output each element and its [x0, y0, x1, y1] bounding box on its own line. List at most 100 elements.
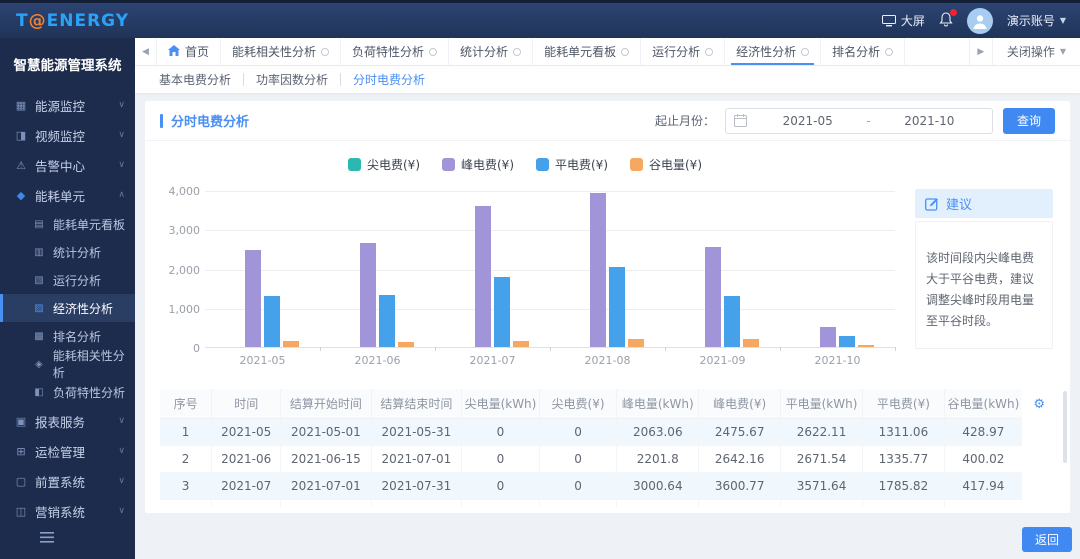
sidebar-item-alarm-center[interactable]: ⚠ 告警中心 ∨ [0, 150, 135, 180]
bar-平电费(¥)[interactable] [724, 296, 740, 347]
bar-谷电量(¥)[interactable] [858, 345, 874, 347]
sidebar-item-label: 能源监控 [35, 98, 86, 114]
sidebar-item-operation-analysis[interactable]: ▧ 运行分析 [0, 266, 135, 294]
scrollbar-thumb[interactable] [1063, 391, 1067, 463]
account-menu[interactable]: 演示账号 ▼ [1007, 12, 1066, 29]
subtab-基本电费分析[interactable]: 基本电费分析 [147, 71, 243, 88]
tab-close-icon[interactable] [321, 47, 330, 56]
tab-负荷特性分析[interactable]: 负荷特性分析 [341, 38, 450, 65]
sidebar-item-maintenance[interactable]: ⊞ 运检管理 ∨ [0, 436, 135, 466]
bar-谷电量(¥)[interactable] [398, 342, 414, 347]
x-axis-tick-label: 2021-05 [239, 354, 286, 367]
tab-运行分析[interactable]: 运行分析 [641, 38, 726, 65]
tabs-scroll-left-button[interactable]: ◀ [135, 38, 157, 65]
tab-close-icon[interactable] [885, 47, 894, 56]
start-month-value[interactable]: 2021-05 [753, 114, 862, 128]
energy-unit-icon: ◆ [16, 188, 26, 202]
sidebar-item-video-monitor[interactable]: ◨ 视频监控 ∨ [0, 120, 135, 150]
back-button[interactable]: 返回 [1021, 527, 1072, 552]
tab-排名分析[interactable]: 排名分析 [821, 38, 906, 65]
sidebar-item-label: 运检管理 [35, 444, 86, 460]
tab-close-icon[interactable] [513, 47, 522, 56]
x-axis-tick-label: 2021-07 [469, 354, 516, 367]
sidebar-item-load-characteristic[interactable]: ◧ 负荷特性分析 [0, 378, 135, 406]
bar-平电费(¥)[interactable] [839, 336, 855, 347]
tab-close-icon[interactable] [705, 47, 714, 56]
month-range-picker[interactable]: 2021-05 - 2021-10 [724, 107, 993, 134]
tabs-scroll-right-button[interactable]: ▶ [970, 47, 992, 57]
tab-能耗相关性分析[interactable]: 能耗相关性分析 [221, 38, 342, 65]
tab-能耗单元看板[interactable]: 能耗单元看板 [533, 38, 642, 65]
bar-谷电量(¥)[interactable] [743, 339, 759, 347]
sidebar-item-energy-unit[interactable]: ◆ 能耗单元 ∧ [0, 180, 135, 210]
x-axis-tick [780, 347, 781, 351]
logo-at-icon: @ [28, 10, 47, 31]
tab-close-icon[interactable] [621, 47, 630, 56]
home-icon [168, 44, 180, 59]
bar-峰电费(¥)[interactable] [705, 247, 721, 347]
tab-label: 能耗单元看板 [544, 45, 617, 59]
legend-item-谷电量(¥)[interactable]: 谷电量(¥) [630, 156, 702, 173]
sidebar-item-energy-monitor[interactable]: ▦ 能源监控 ∨ [0, 90, 135, 120]
table-cell: 2 [160, 445, 213, 473]
legend-item-平电费(¥)[interactable]: 平电费(¥) [536, 156, 608, 173]
subtab-分时电费分析[interactable]: 分时电费分析 [341, 71, 437, 88]
legend-item-峰电费(¥)[interactable]: 峰电费(¥) [442, 156, 514, 173]
tab-close-icon[interactable] [429, 47, 438, 56]
table-cell: 0 [539, 418, 618, 446]
tab-close-icon[interactable] [801, 47, 810, 56]
table-row[interactable]: 3 2021-07 2021-07-01 2021-07-31 0 0 3000.64 360… [160, 472, 1022, 500]
bar-平电费(¥)[interactable] [379, 295, 395, 347]
bar-平电费(¥)[interactable] [609, 267, 625, 347]
bar-谷电量(¥)[interactable] [628, 339, 644, 347]
table-settings-gear-icon[interactable]: ⚙ [1033, 397, 1045, 412]
x-axis-tick-label: 2021-09 [699, 354, 746, 367]
legend-label: 谷电量(¥) [649, 158, 702, 172]
table-cell: 2201.8 [616, 445, 700, 473]
table-header-尖电量(kWh): 尖电量(kWh) [461, 389, 540, 419]
bar-峰电费(¥)[interactable] [820, 327, 836, 347]
user-icon [973, 14, 987, 29]
sidebar-item-correlation-analysis[interactable]: ◈ 能耗相关性分析 [0, 349, 135, 380]
bar-峰电费(¥)[interactable] [475, 206, 491, 347]
bar-峰电费(¥)[interactable] [360, 243, 376, 347]
bar-group-2021-10 [801, 327, 874, 347]
x-axis-tick-label: 2021-08 [584, 354, 631, 367]
sidebar-item-report-service[interactable]: ▣ 报表服务 ∨ [0, 406, 135, 436]
bar-谷电量(¥)[interactable] [283, 341, 299, 347]
notification-badge [949, 8, 957, 16]
tabs-container: 能耗相关性分析 负荷特性分析 统计分析 能耗单元看板 运行分析 经济性分析 排名分析 [221, 38, 969, 65]
bar-平电费(¥)[interactable] [494, 277, 510, 347]
legend-swatch-icon [348, 158, 361, 171]
table-header-结算结束时间: 结算结束时间 [371, 389, 463, 419]
subtab-功率因数分析[interactable]: 功率因数分析 [244, 71, 340, 88]
table-row[interactable]: 1 2021-05 2021-05-01 2021-05-31 0 0 2063.06 247… [160, 418, 1022, 446]
economic-analysis-icon: ▨ [34, 302, 44, 314]
tab-home[interactable]: 首页 [157, 38, 222, 65]
menu-collapse-button[interactable] [40, 532, 135, 546]
big-screen-button[interactable]: 大屏 [881, 12, 925, 29]
tab-统计分析[interactable]: 统计分析 [449, 38, 534, 65]
chevron-down-icon: ▼ [1059, 47, 1066, 56]
table-row[interactable]: 42021-082021-08-012021-08-31003266.53920… [160, 499, 1022, 507]
bar-chart: 0 1,000 2,000 3,000 4,000 2021-05 2021-06 2021-… [160, 185, 896, 367]
sidebar-item-marketing-system[interactable]: ◫ 营销系统 ∨ [0, 496, 135, 526]
bar-平电费(¥)[interactable] [264, 296, 280, 347]
avatar[interactable] [966, 7, 993, 34]
table-row[interactable]: 2 2021-06 2021-06-15 2021-07-01 0 0 2201.8 2642… [160, 445, 1022, 473]
sidebar-item-stats-analysis[interactable]: ▥ 统计分析 [0, 238, 135, 266]
legend-item-尖电费(¥)[interactable]: 尖电费(¥) [348, 156, 420, 173]
sidebar-item-ranking-analysis[interactable]: ▩ 排名分析 [0, 322, 135, 350]
bar-峰电费(¥)[interactable] [245, 250, 261, 347]
bar-谷电量(¥)[interactable] [513, 341, 529, 347]
bar-峰电费(¥)[interactable] [590, 193, 606, 347]
operation-analysis-icon: ▧ [34, 274, 44, 286]
tab-经济性分析[interactable]: 经济性分析 [725, 38, 822, 65]
sidebar-item-economic-analysis[interactable]: ▨ 经济性分析 [0, 294, 135, 322]
notifications-button[interactable] [939, 8, 957, 30]
close-operations-dropdown[interactable]: 关闭操作 ▼ [991, 38, 1080, 65]
query-button[interactable]: 查询 [1002, 107, 1055, 134]
sidebar-item-front-system[interactable]: ▢ 前置系统 ∨ [0, 466, 135, 496]
end-month-value[interactable]: 2021-10 [875, 114, 984, 128]
sidebar-item-unit-dashboard[interactable]: ▤ 能耗单元看板 [0, 210, 135, 238]
